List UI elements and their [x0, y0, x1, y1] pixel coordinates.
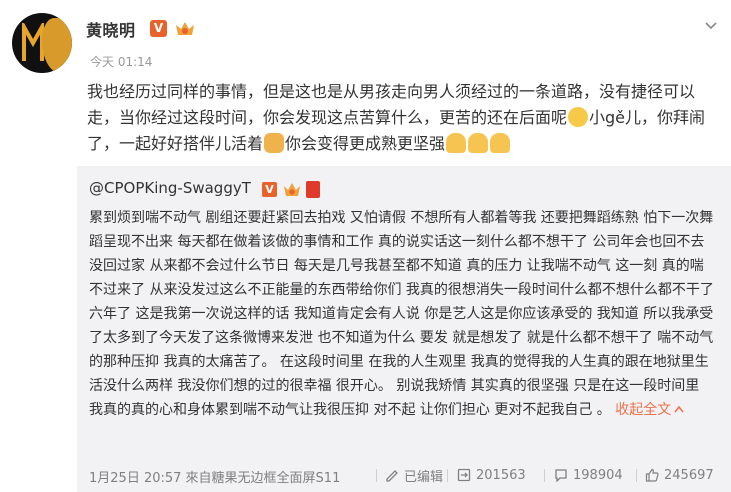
red-envelope-icon[interactable]: [306, 181, 320, 198]
post-content: 我也经历过同样的事情，但是这也是从男孩走向男人须经过的一条道路，没有捷径可以走，…: [87, 79, 712, 157]
author-name[interactable]: 黄晓明: [86, 17, 136, 41]
author-avatar[interactable]: [12, 13, 72, 73]
avatar-profile-shape: [42, 18, 72, 73]
thumbs-up-icon: [645, 468, 659, 482]
forward-icon: [457, 468, 471, 482]
post-text-part-3: 你会变得更成熟更坚强: [285, 134, 446, 153]
thinking-face-emoji-icon: [568, 107, 589, 127]
repost-text: 累到烦到喘不动气 剧组还要赶紧回去拍戏 又怕请假 不想所有人都着等我 还要把舞蹈…: [89, 206, 717, 422]
footer-divider: [636, 469, 637, 482]
repost-verified-v-badge-icon[interactable]: V: [262, 182, 277, 197]
chevron-up-icon: [674, 405, 684, 413]
forward-button[interactable]: 201563: [457, 465, 526, 485]
pray-emoji-icon: [468, 133, 489, 153]
handshake-emoji-icon: [264, 133, 285, 153]
footer-divider: [447, 469, 448, 482]
comment-icon: [555, 469, 567, 482]
repost-meta[interactable]: 1月25日 20:57 來自糖果无边框全面屏S11: [89, 467, 340, 486]
pray-emoji-icon: [490, 133, 511, 153]
repost-body: 累到烦到喘不动气 剧组还要赶紧回去拍戏 又怕请假 不想所有人都着等我 还要把舞蹈…: [89, 210, 714, 418]
footer-divider: [544, 469, 545, 482]
more-options-chevron-icon[interactable]: [705, 20, 717, 32]
reposted-weibo: @CPOPKing-SwaggyT V 累到烦到喘不动气 剧组还要赶紧回去拍戏 …: [77, 166, 731, 492]
comment-button[interactable]: 198904: [554, 465, 623, 485]
repost-vip-crown-icon[interactable]: [282, 181, 302, 198]
footer-divider: [376, 469, 377, 482]
pray-emoji-icon: [446, 133, 467, 153]
vip-crown-icon[interactable]: [174, 19, 196, 37]
avatar-m-logo: [22, 23, 44, 61]
weibo-post-card: 黄晓明 V 今天 01:14 我也经历过同样的事情，但是这也是从男孩走向男人须经…: [0, 0, 731, 492]
collapse-full-text-link[interactable]: 收起全文: [615, 402, 684, 418]
edit-pencil-icon: [386, 470, 398, 482]
repost-footer: 1月25日 20:57 來自糖果无边框全面屏S11 已编辑 201563 198…: [89, 465, 719, 487]
like-button[interactable]: 245697: [645, 465, 714, 485]
edit-button[interactable]: 已编辑: [385, 465, 443, 485]
post-timestamp[interactable]: 今天 01:14: [90, 53, 152, 70]
repost-author-link[interactable]: @CPOPKing-SwaggyT: [89, 179, 251, 197]
verified-v-badge-icon[interactable]: V: [150, 20, 167, 37]
